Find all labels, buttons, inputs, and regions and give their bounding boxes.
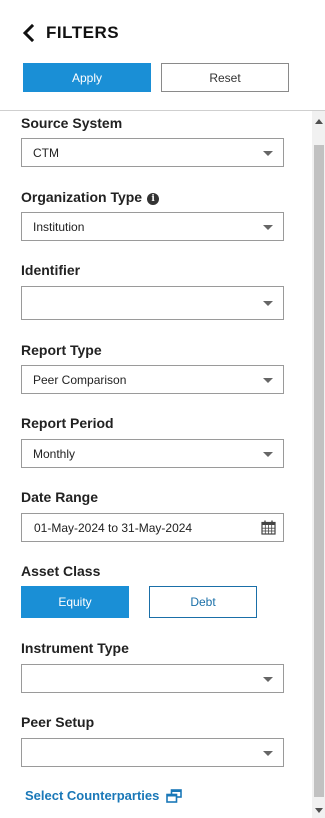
reset-button[interactable]: Reset [161, 63, 289, 92]
organization-type-label: Organization Type i [21, 189, 160, 205]
select-counterparties-label: Select Counterparties [25, 788, 160, 803]
chevron-down-icon [263, 452, 273, 457]
report-period-label: Report Period [21, 415, 114, 431]
instrument-type-select[interactable] [21, 664, 284, 693]
date-range-input[interactable]: 01-May-2024 to 31-May-2024 [21, 513, 284, 542]
source-system-value: CTM [33, 146, 59, 160]
chevron-down-icon [263, 677, 273, 682]
asset-class-debt-button[interactable]: Debt [149, 586, 257, 618]
scroll-up-arrow-icon[interactable] [315, 119, 323, 124]
popout-window-icon [166, 788, 183, 803]
chevron-down-icon [263, 301, 273, 306]
page-title: FILTERS [46, 23, 120, 42]
vertical-scrollbar[interactable] [312, 111, 325, 818]
report-type-value: Peer Comparison [33, 373, 127, 387]
peer-setup-label: Peer Setup [21, 714, 95, 730]
organization-type-label-text: Organization Type [21, 189, 143, 205]
identifier-label: Identifier [21, 262, 81, 278]
identifier-select[interactable] [21, 286, 284, 320]
select-counterparties-link[interactable]: Select Counterparties [25, 788, 183, 803]
asset-class-label: Asset Class [21, 563, 101, 579]
scrollbar-thumb[interactable] [314, 145, 324, 797]
report-type-label: Report Type [21, 342, 102, 358]
source-system-label: Source System [21, 115, 123, 131]
filters-header: FILTERS Apply Reset [0, 0, 325, 111]
instrument-type-label: Instrument Type [21, 640, 129, 656]
chevron-down-icon [263, 751, 273, 756]
chevron-left-icon[interactable] [20, 24, 38, 42]
date-range-label: Date Range [21, 489, 99, 505]
chevron-down-icon [263, 378, 273, 383]
asset-class-equity-button[interactable]: Equity [21, 586, 129, 618]
calendar-icon[interactable] [261, 520, 276, 535]
date-range-value: 01-May-2024 to 31-May-2024 [34, 521, 193, 535]
report-type-select[interactable]: Peer Comparison [21, 365, 284, 394]
filters-panel: Source System CTM Organization Type i Ins… [0, 111, 312, 818]
report-period-select[interactable]: Monthly [21, 439, 284, 468]
apply-button[interactable]: Apply [23, 63, 151, 92]
info-icon[interactable]: i [147, 193, 160, 205]
organization-type-select[interactable]: Institution [21, 212, 284, 241]
report-period-value: Monthly [33, 447, 76, 461]
source-system-select[interactable]: CTM [21, 138, 284, 167]
scroll-down-arrow-icon[interactable] [315, 808, 323, 813]
chevron-down-icon [263, 151, 273, 156]
peer-setup-select[interactable] [21, 738, 284, 767]
organization-type-value: Institution [33, 220, 85, 234]
chevron-down-icon [263, 225, 273, 230]
